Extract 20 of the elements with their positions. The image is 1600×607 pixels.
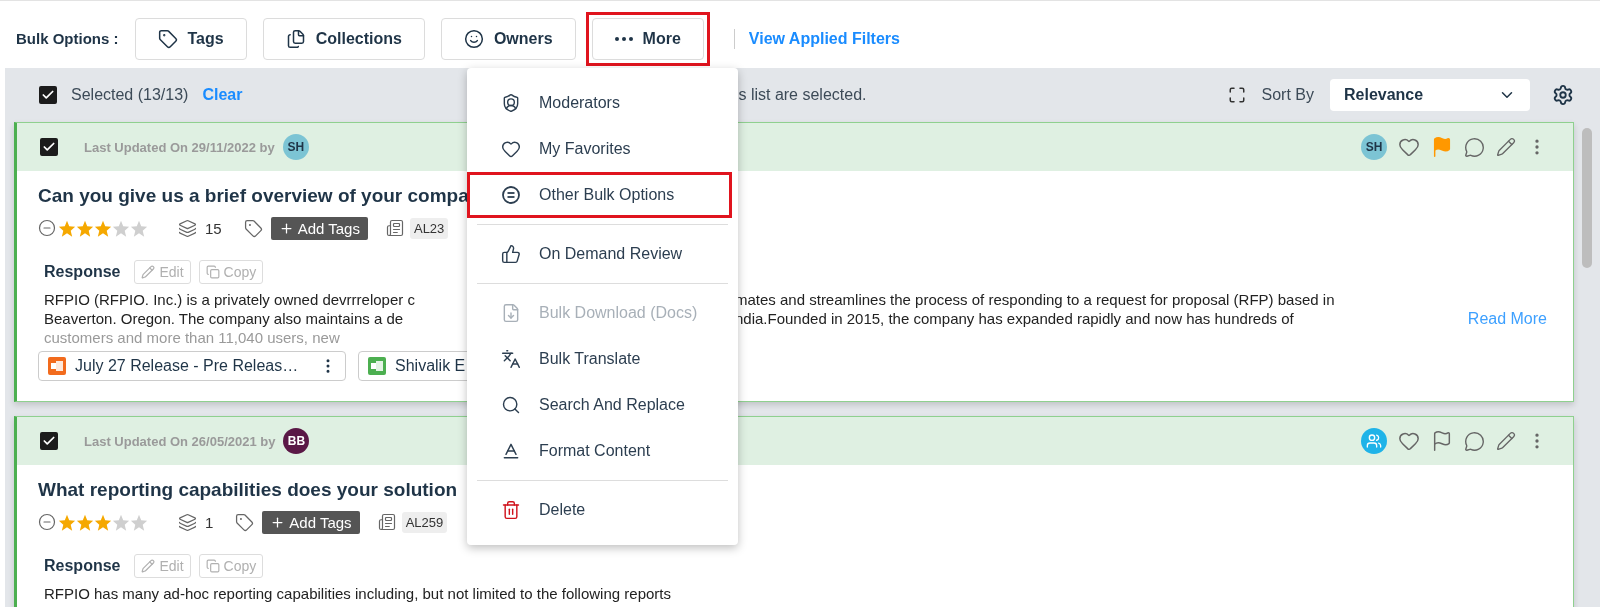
owner-avatar: SH [1361,134,1387,160]
collection-count: 1 [205,513,214,531]
collection-count: 15 [205,219,222,237]
document-id-badge: AL259 [401,511,448,533]
user-avatar: SH [282,134,309,160]
last-updated-text: Last Updated On 26/05/2021 by [84,433,276,449]
selected-count: Selected (13/13) [71,86,189,104]
document-id-badge: AL23 [409,217,449,239]
user-avatar: BB [283,428,310,454]
response-text: RFPIO (RFPIO. Inc.) is a privately owned devrrreloper c [44,290,415,309]
response-label: Response [44,263,121,281]
response-text: Beaverton. Oregon. The company also maintains a de [44,309,404,328]
response-label: Response [44,557,121,575]
response-text: ndia.Founded in 2015, the company has expanded rapidly and now has hundreds of [735,309,1294,328]
selection-message: s list are selected. [738,86,867,104]
sort-by-label: Sort By [1261,86,1314,104]
response-text: customers and more than 11,040 users, new [44,328,340,347]
response-text: RFPIO has many ad-hoc reporting capabilities including, but not limited to the following reports [44,584,671,603]
last-updated-text: Last Updated On 29/11/2022 by [84,139,275,155]
bulk-options-label: Bulk Options : [16,30,119,47]
